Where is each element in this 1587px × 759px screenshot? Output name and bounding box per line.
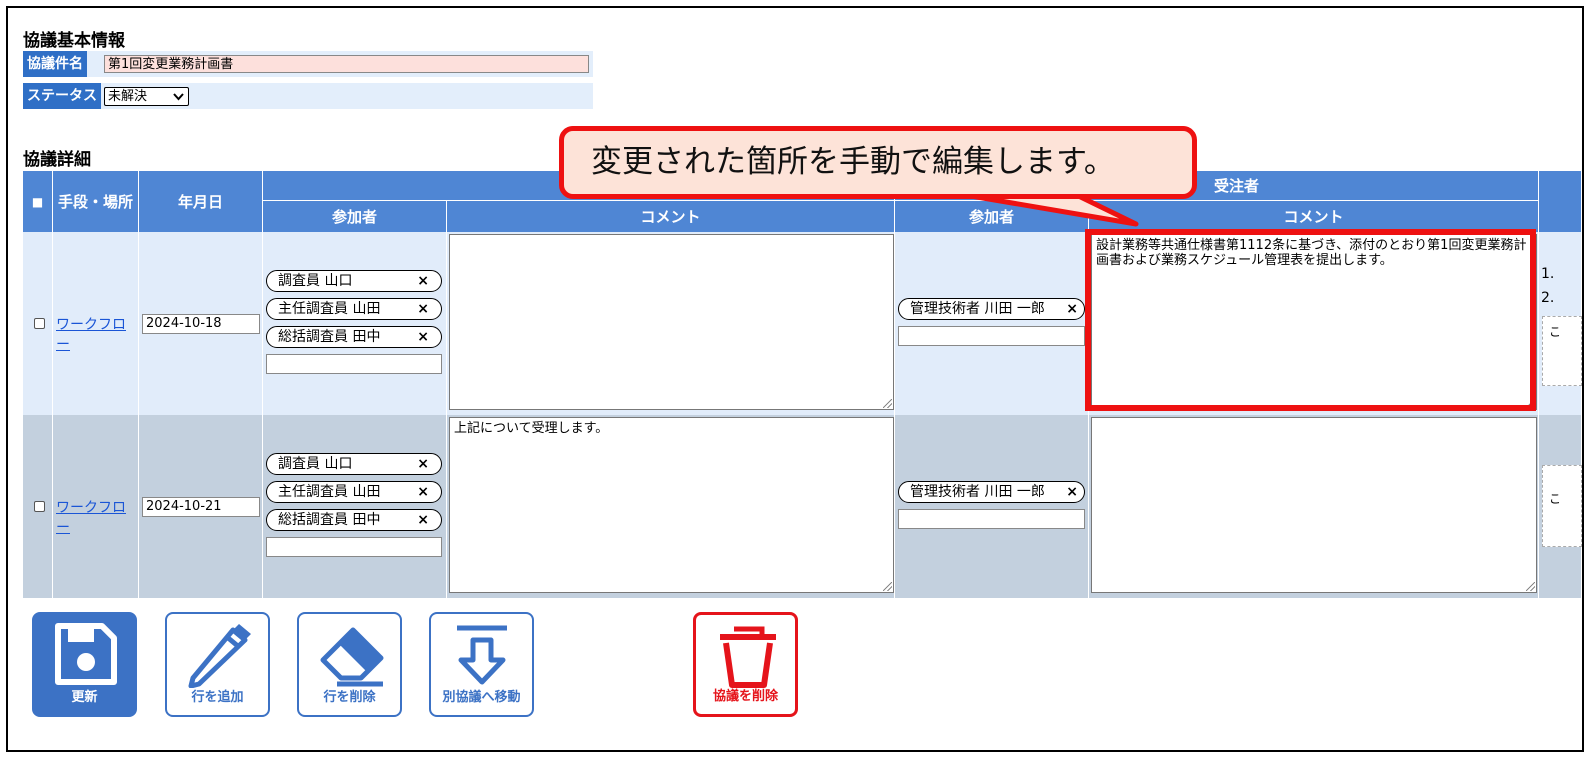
row1-client-participant-input[interactable]: [266, 354, 442, 374]
participant-tag: 総括調査員 田中 ×: [266, 326, 442, 348]
status-select-value: 未解決: [108, 89, 148, 104]
row2-extra-cell: こ: [1539, 415, 1582, 598]
remove-icon[interactable]: ×: [1066, 482, 1078, 502]
subject-row: 協議件名 第1回変更業務計画書: [23, 51, 593, 77]
remove-icon[interactable]: ×: [417, 510, 429, 530]
resize-grip-icon[interactable]: [1526, 399, 1535, 408]
row2-client-participant-input[interactable]: [266, 537, 442, 557]
resize-grip-icon[interactable]: [883, 399, 892, 408]
row2-check-cell: [23, 415, 53, 598]
annotation-callout: 変更された箇所を手動で編集します。: [559, 126, 1197, 199]
row1-side-item: 1.: [1541, 266, 1555, 282]
row2-contractor-comment[interactable]: [1091, 417, 1537, 593]
row1-client-comment[interactable]: [449, 234, 894, 410]
row1-contractor-participants-cell: 管理技術者 川田 一郎 ×: [895, 232, 1089, 415]
remove-icon[interactable]: ×: [417, 271, 429, 291]
row2-client-comment[interactable]: 上記について受理します。: [449, 417, 894, 593]
row2-client-comment-cell: 上記について受理します。: [447, 415, 895, 598]
delete-row-button[interactable]: 行を削除: [297, 612, 402, 717]
move-down-icon: [457, 625, 507, 685]
delete-row-label: 行を削除: [323, 690, 376, 705]
subject-label: 協議件名: [23, 51, 87, 77]
remove-icon[interactable]: ×: [1066, 299, 1078, 319]
row1-workflow-link[interactable]: ワークフロー: [56, 314, 138, 354]
participant-tag: 調査員 山口 ×: [266, 270, 442, 292]
row2-checkbox[interactable]: [34, 501, 45, 512]
row1-date-cell: 2024-10-18: [139, 232, 263, 415]
resize-grip-icon[interactable]: [883, 582, 892, 591]
delete-meeting-label: 協議を削除: [712, 689, 778, 704]
add-row-button[interactable]: 行を追加: [165, 612, 270, 717]
subject-input[interactable]: 第1回変更業務計画書: [104, 55, 589, 73]
participant-tag: 総括調査員 田中 ×: [266, 509, 442, 531]
row1-contractor-comment-cell: 設計業務等共通仕様書第1112条に基づき、添付のとおり第1回変更業務計画書および…: [1089, 232, 1539, 415]
status-row: ステータス 未解決: [23, 83, 593, 109]
save-icon: [55, 623, 117, 685]
basic-info-title: 協議基本情報: [23, 31, 125, 51]
page-frame: 協議基本情報 協議件名 第1回変更業務計画書 ステータス 未解決 協議詳細 ■ …: [6, 6, 1584, 752]
move-to-other-meeting-button[interactable]: 別協議へ移動: [429, 612, 534, 717]
eraser-icon: [320, 627, 384, 687]
row2-date-input[interactable]: 2024-10-21: [142, 497, 260, 517]
header-client-participants: 参加者: [263, 201, 447, 232]
row2-contractor-participant-input[interactable]: [898, 509, 1085, 529]
row1-date-input[interactable]: 2024-10-18: [142, 314, 260, 334]
row1-contractor-comment[interactable]: 設計業務等共通仕様書第1112条に基づき、添付のとおり第1回変更業務計画書および…: [1091, 234, 1537, 410]
remove-icon[interactable]: ×: [417, 299, 429, 319]
participant-tag: 主任調査員 山田 ×: [266, 481, 442, 503]
status-label: ステータス: [23, 83, 101, 109]
participant-tag: 主任調査員 山田 ×: [266, 298, 442, 320]
remove-icon[interactable]: ×: [417, 327, 429, 347]
row2-method-cell: ワークフロー: [53, 415, 139, 598]
participant-tag: 調査員 山口 ×: [266, 453, 442, 475]
update-button[interactable]: 更新: [32, 612, 137, 717]
participant-tag: 管理技術者 川田 一郎 ×: [898, 481, 1085, 503]
pencil-icon: [188, 624, 251, 688]
header-contractor-comment: コメント: [1089, 201, 1539, 232]
participant-tag: 管理技術者 川田 一郎 ×: [898, 298, 1085, 320]
row1-extra-cell: 1. 2. こ: [1539, 232, 1582, 415]
row1-side-dropzone[interactable]: こ: [1542, 316, 1582, 386]
remove-icon[interactable]: ×: [417, 454, 429, 474]
chevron-down-icon: [173, 88, 184, 110]
trash-icon: [720, 626, 776, 688]
row2-contractor-participants-cell: 管理技術者 川田 一郎 ×: [895, 415, 1089, 598]
move-to-other-label: 別協議へ移動: [442, 690, 521, 705]
row2-side-dropzone[interactable]: こ: [1542, 465, 1582, 547]
row1-check-cell: [23, 232, 53, 415]
status-select[interactable]: 未解決: [104, 87, 189, 106]
resize-grip-icon[interactable]: [1526, 582, 1535, 591]
select-all-checkbox[interactable]: ■: [23, 171, 53, 232]
header-extra: [1539, 171, 1582, 232]
row1-contractor-participant-input[interactable]: [898, 326, 1085, 346]
row1-client-participants-cell: 調査員 山口 × 主任調査員 山田 × 総括調査員 田中 ×: [263, 232, 447, 415]
header-date: 年月日: [139, 171, 263, 232]
row2-client-participants-cell: 調査員 山口 × 主任調査員 山田 × 総括調査員 田中 ×: [263, 415, 447, 598]
row2-contractor-comment-cell: [1089, 415, 1539, 598]
row1-method-cell: ワークフロー: [53, 232, 139, 415]
details-title: 協議詳細: [23, 150, 91, 170]
row1-client-comment-cell: [447, 232, 895, 415]
row1-checkbox[interactable]: [34, 318, 45, 329]
row2-workflow-link[interactable]: ワークフロー: [56, 497, 138, 537]
row1-side-item: 2.: [1541, 290, 1555, 306]
delete-meeting-button[interactable]: 協議を削除: [693, 612, 798, 717]
header-method-place: 手段・場所: [53, 171, 139, 232]
update-label: 更新: [71, 690, 98, 705]
header-client-comment: コメント: [447, 201, 895, 232]
add-row-label: 行を追加: [191, 690, 244, 705]
remove-icon[interactable]: ×: [417, 482, 429, 502]
row2-date-cell: 2024-10-21: [139, 415, 263, 598]
